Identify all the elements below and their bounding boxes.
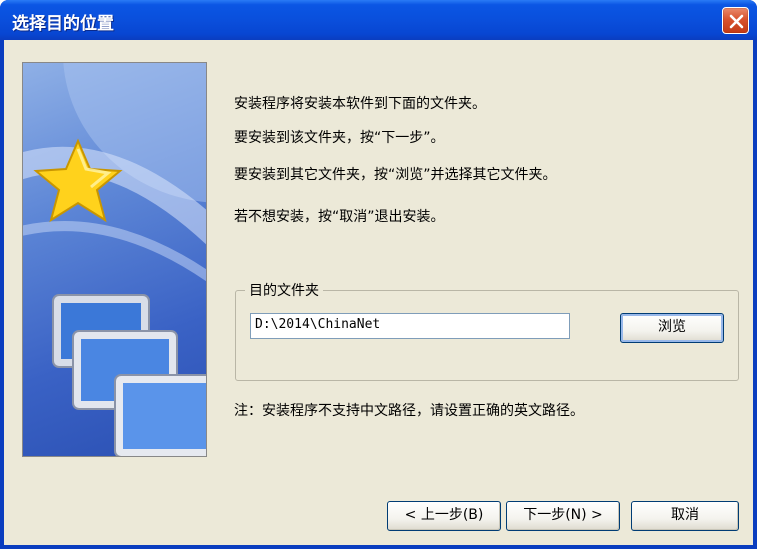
instruction-line-1: 安装程序将安装本软件到下面的文件夹。 <box>234 96 486 112</box>
instruction-line-3: 要安装到其它文件夹，按“浏览”并选择其它文件夹。 <box>234 167 557 183</box>
wizard-side-image <box>22 62 207 457</box>
back-button[interactable]: < 上一步(B) <box>387 501 501 531</box>
instruction-line-4: 若不想安装，按“取消”退出安装。 <box>234 209 445 225</box>
browse-button[interactable]: 浏览 <box>620 313 724 343</box>
instruction-line-2: 要安装到该文件夹，按“下一步”。 <box>234 130 445 146</box>
installer-window: 选择目的位置 安装程序将安装本软件到下面的文件夹。 要安装到该文件夹，按“下一步… <box>0 0 757 549</box>
close-button[interactable] <box>722 7 749 34</box>
title-bar[interactable]: 选择目的位置 <box>0 0 757 40</box>
dialog-body: 安装程序将安装本软件到下面的文件夹。 要安装到该文件夹，按“下一步”。 要安装到… <box>4 40 753 545</box>
next-button[interactable]: 下一步(N) > <box>506 501 620 531</box>
close-icon <box>729 14 744 29</box>
window-title: 选择目的位置 <box>12 14 114 34</box>
cancel-button[interactable]: 取消 <box>631 501 739 531</box>
monitor-icon <box>52 294 206 456</box>
destination-folder-group: 目的文件夹 D:\2014\ChinaNet 浏览 <box>235 280 739 381</box>
wizard-illustration <box>23 63 206 456</box>
destination-folder-label: 目的文件夹 <box>245 280 323 300</box>
path-warning-note: 注：安装程序不支持中文路径，请设置正确的英文路径。 <box>234 403 584 419</box>
destination-path-input[interactable]: D:\2014\ChinaNet <box>250 313 570 339</box>
